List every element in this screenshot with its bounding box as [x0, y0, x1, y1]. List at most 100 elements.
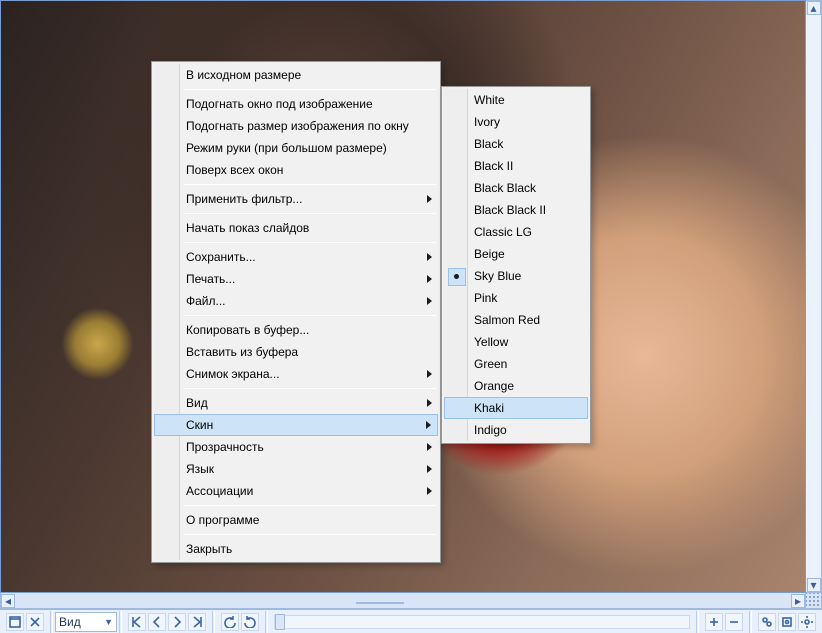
skin-option[interactable]: Orange [444, 375, 588, 397]
context-menu-item-label: Скин [186, 418, 213, 432]
skin-option[interactable]: Black Black [444, 177, 588, 199]
context-menu-item[interactable]: Закрыть [154, 538, 438, 560]
zoom-slider-thumb[interactable] [275, 614, 285, 630]
misc-button-2[interactable] [778, 613, 796, 631]
context-menu-item[interactable]: Скин [154, 414, 438, 436]
context-menu-item[interactable]: Подогнать окно под изображение [154, 93, 438, 115]
menu-separator [184, 315, 436, 316]
scroll-right-icon[interactable]: ▸ [791, 594, 805, 608]
context-menu-item[interactable]: Вид [154, 392, 438, 414]
skin-option[interactable]: Khaki [444, 397, 588, 419]
skin-option-label: Yellow [474, 335, 508, 349]
prev-button[interactable] [148, 613, 166, 631]
context-menu-item-label: Ассоциации [186, 484, 253, 498]
context-menu-item-label: Применить фильтр... [186, 192, 302, 206]
close-button[interactable] [26, 613, 44, 631]
skin-option-label: Black II [474, 159, 513, 173]
context-menu-item[interactable]: Подогнать размер изображения по окну [154, 115, 438, 137]
toolbar-group-misc [754, 613, 820, 631]
zoom-out-button[interactable] [725, 613, 743, 631]
skin-option[interactable]: Yellow [444, 331, 588, 353]
toolbar-group-zoom-buttons [701, 613, 747, 631]
window-mode-button[interactable] [6, 613, 24, 631]
skin-option-label: Sky Blue [474, 269, 521, 283]
skin-option[interactable]: Ivory [444, 111, 588, 133]
viewport-row: В исходном размере Подогнать окно под изо… [0, 0, 822, 593]
skin-option-label: Orange [474, 379, 514, 393]
skin-option-label: Black [474, 137, 503, 151]
context-menu-item-label: В исходном размере [186, 68, 301, 82]
toolbar-separator [696, 611, 699, 633]
context-menu-item-label: Режим руки (при большом размере) [186, 141, 387, 155]
view-mode-label: Вид [59, 615, 81, 629]
skin-option[interactable]: Indigo [444, 419, 588, 441]
hscroll-thumb[interactable] [356, 602, 404, 604]
skin-option-label: Pink [474, 291, 497, 305]
context-menu-item-label: Файл... [186, 294, 226, 308]
zoom-in-button[interactable] [705, 613, 723, 631]
context-menu-item[interactable]: В исходном размере [154, 64, 438, 86]
context-menu-item-label: Сохранить... [186, 250, 256, 264]
context-menu-item[interactable]: Снимок экрана... [154, 363, 438, 385]
context-menu-item[interactable]: Применить фильтр... [154, 188, 438, 210]
context-menu-item[interactable]: Язык [154, 458, 438, 480]
vertical-scrollbar[interactable]: ▴ ▾ [806, 0, 822, 593]
hscroll-row: ◂ ▸ [0, 593, 822, 609]
context-menu-item[interactable]: Копировать в буфер... [154, 319, 438, 341]
context-menu-item-label: О программе [186, 513, 259, 527]
skin-option[interactable]: White [444, 89, 588, 111]
rotate-cw-button[interactable] [241, 613, 259, 631]
context-menu-item[interactable]: О программе [154, 509, 438, 531]
rotate-ccw-button[interactable] [221, 613, 239, 631]
skin-option[interactable]: Pink [444, 287, 588, 309]
context-menu-item[interactable]: Прозрачность [154, 436, 438, 458]
skin-option[interactable]: Beige [444, 243, 588, 265]
menu-separator [184, 388, 436, 389]
settings-button[interactable] [798, 613, 816, 631]
skin-option[interactable]: Green [444, 353, 588, 375]
resize-grip-icon[interactable] [806, 593, 822, 609]
skin-option-label: Khaki [474, 401, 504, 415]
skin-option[interactable]: Black Black II [444, 199, 588, 221]
toolbar-separator [265, 611, 268, 633]
last-button[interactable] [188, 613, 206, 631]
menu-separator [184, 242, 436, 243]
context-menu-item[interactable]: Сохранить... [154, 246, 438, 268]
horizontal-scrollbar[interactable]: ◂ ▸ [0, 593, 806, 609]
skin-option-label: Black Black II [474, 203, 546, 217]
skin-option[interactable]: Black II [444, 155, 588, 177]
image-viewport[interactable]: В исходном размере Подогнать окно под изо… [0, 0, 806, 593]
context-menu-item-label: Печать... [186, 272, 235, 286]
scroll-down-icon[interactable]: ▾ [807, 578, 821, 592]
chevron-down-icon: ▼ [104, 617, 113, 627]
skin-option-label: Black Black [474, 181, 536, 195]
toolbar-group-rotate [217, 613, 263, 631]
skin-submenu: WhiteIvory Black Black II Black Black Black … [441, 86, 591, 444]
next-button[interactable] [168, 613, 186, 631]
skin-option[interactable]: Classic LG [444, 221, 588, 243]
context-menu-item[interactable]: Вставить из буфера [154, 341, 438, 363]
skin-option-label: Indigo [474, 423, 507, 437]
skin-option[interactable]: Black [444, 133, 588, 155]
vscroll-track[interactable] [806, 15, 821, 578]
scroll-up-icon[interactable]: ▴ [807, 1, 821, 15]
skin-option[interactable]: Salmon Red [444, 309, 588, 331]
context-menu-item[interactable]: Файл... [154, 290, 438, 312]
context-menu-item[interactable]: Поверх всех окон [154, 159, 438, 181]
context-menu-item-label: Начать показ слайдов [186, 221, 309, 235]
zoom-slider[interactable] [274, 615, 690, 629]
context-menu-item-label: Закрыть [186, 542, 232, 556]
scroll-left-icon[interactable]: ◂ [1, 594, 15, 608]
toolbar-separator [119, 611, 122, 633]
toolbar-group-window [2, 613, 48, 631]
context-menu-item[interactable]: Начать показ слайдов [154, 217, 438, 239]
skin-option[interactable]: Sky Blue [444, 265, 588, 287]
view-mode-dropdown[interactable]: Вид ▼ [55, 612, 117, 632]
context-menu-item[interactable]: Режим руки (при большом размере) [154, 137, 438, 159]
context-menu-item[interactable]: Ассоциации [154, 480, 438, 502]
misc-button-1[interactable] [758, 613, 776, 631]
first-button[interactable] [128, 613, 146, 631]
context-menu-item[interactable]: Печать... [154, 268, 438, 290]
menu-separator [184, 534, 436, 535]
menu-separator [184, 213, 436, 214]
